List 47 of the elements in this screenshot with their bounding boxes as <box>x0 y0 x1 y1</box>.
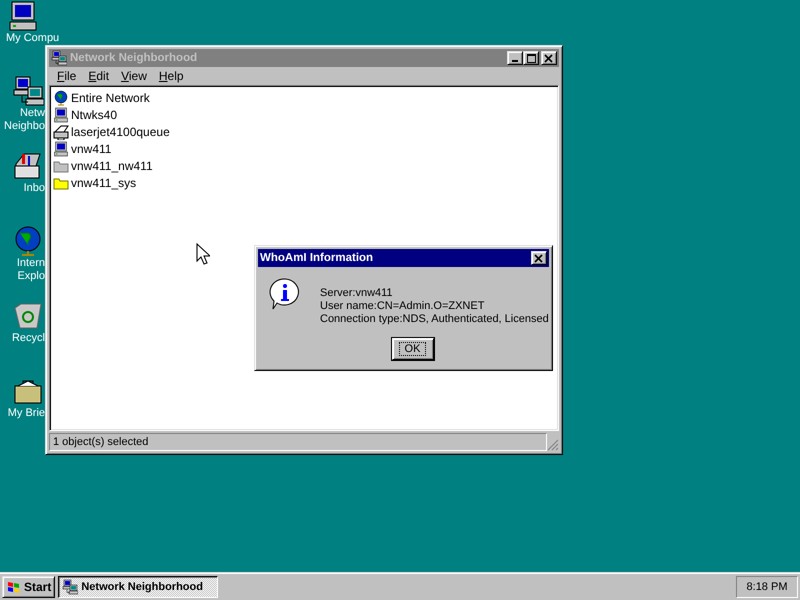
icon-label[interactable]: Intern <box>16 257 46 270</box>
icon-label[interactable]: Recycl <box>12 332 46 345</box>
taskbar-button[interactable]: Network Neighborhood <box>58 576 218 598</box>
icon-label[interactable]: Explo <box>17 270 46 283</box>
resize-grip-icon[interactable] <box>547 439 559 451</box>
info-text: Server:vnw411 <box>320 287 394 300</box>
close-button[interactable] <box>531 251 547 265</box>
maximize-icon <box>526 54 536 62</box>
list-item[interactable]: Ntwks40 <box>71 108 118 122</box>
minimize-button[interactable] <box>507 51 523 65</box>
dialog-title: WhoAmI Information <box>260 252 374 264</box>
menu-item[interactable]: Help <box>152 69 190 83</box>
icon-label[interactable]: Netw <box>20 107 46 120</box>
computer-icon <box>53 106 69 122</box>
info-text: Connection type:NDS, Authenticated, Licensed <box>320 313 549 326</box>
globe-icon <box>53 90 69 106</box>
minimize-icon <box>512 60 518 62</box>
maximize-button[interactable] <box>523 51 539 65</box>
menu-item[interactable]: View <box>115 69 153 83</box>
mouse-pointer-icon <box>196 243 210 265</box>
start-button[interactable]: Start <box>2 576 56 598</box>
windows-logo-icon <box>6 580 22 594</box>
close-icon <box>534 254 544 262</box>
icon-label[interactable]: Neighbo <box>4 120 46 133</box>
list-item[interactable]: laserjet4100queue <box>71 124 170 138</box>
computer-icon <box>7 0 39 32</box>
close-icon <box>544 54 554 62</box>
list-item[interactable]: Entire Network <box>71 90 150 104</box>
icon-label[interactable]: Inbo <box>24 182 46 195</box>
icon-label[interactable]: My Compu <box>0 32 60 45</box>
status-bar: 1 object(s) selected <box>49 433 547 451</box>
clock: 8:18 PM <box>736 576 798 598</box>
network-computers-icon <box>62 578 78 594</box>
icon-label[interactable]: My Brie <box>8 407 46 420</box>
list-item[interactable]: vnw411_sys <box>71 176 136 190</box>
window-title: Network Neighborhood <box>70 52 198 64</box>
network-computers-icon <box>51 50 67 66</box>
list-item[interactable]: vnw411_nw411 <box>71 158 153 172</box>
info-text: User name:CN=Admin.O=ZXNET <box>320 300 486 313</box>
close-button[interactable] <box>541 51 557 65</box>
menu-item[interactable]: Edit <box>82 69 116 83</box>
menu-item[interactable]: File <box>51 69 82 83</box>
printer-icon <box>53 124 69 140</box>
ok-button[interactable]: OK <box>392 338 434 360</box>
information-icon <box>268 277 302 311</box>
list-item[interactable]: vnw411 <box>71 142 112 156</box>
computer-icon <box>53 140 69 156</box>
